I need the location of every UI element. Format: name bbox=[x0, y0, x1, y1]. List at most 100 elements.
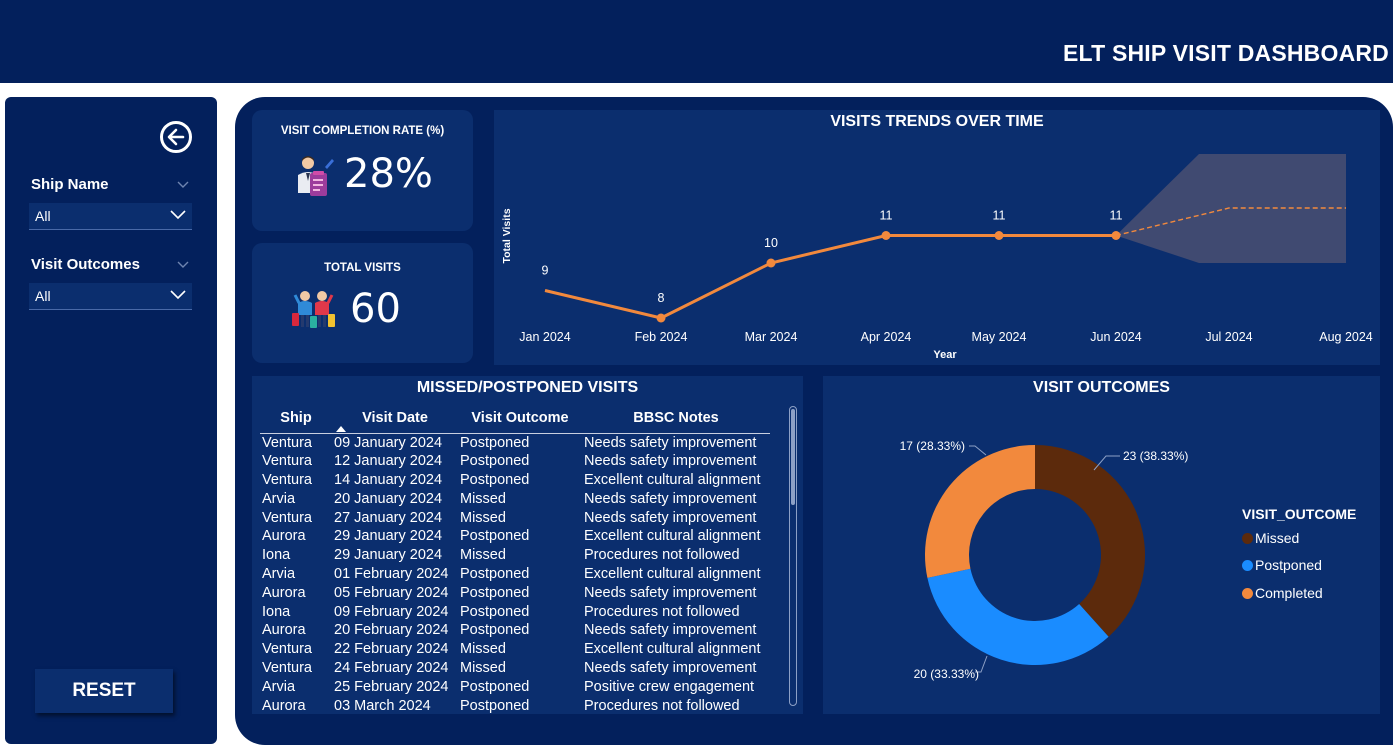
legend-dot-missed bbox=[1242, 532, 1253, 544]
cell-bbsc-notes: Excellent cultural alignment bbox=[584, 565, 761, 582]
legend-item-missed[interactable]: Missed bbox=[1242, 530, 1299, 546]
cell-bbsc-notes: Needs safety improvement bbox=[584, 659, 757, 676]
legend-item-postponed[interactable]: Postponed bbox=[1242, 557, 1322, 573]
cell-visit-outcome: Postponed bbox=[460, 565, 530, 582]
cell-visit-date: 24 February 2024 bbox=[334, 659, 449, 676]
cell-ship: Ventura bbox=[262, 434, 312, 451]
data-label: 11 bbox=[880, 209, 893, 223]
x-axis-title: Year bbox=[933, 349, 957, 361]
cell-bbsc-notes: Procedures not followed bbox=[584, 603, 740, 620]
x-tick-label: Mar 2024 bbox=[745, 330, 798, 344]
slice-label-leader bbox=[969, 445, 987, 456]
chevron-down-icon bbox=[170, 290, 186, 300]
cell-visit-date: 29 January 2024 bbox=[334, 528, 443, 545]
cell-bbsc-notes: Excellent cultural alignment bbox=[584, 641, 761, 658]
cell-visit-date: 22 February 2024 bbox=[334, 641, 449, 658]
cell-bbsc-notes: Excellent cultural alignment bbox=[584, 528, 761, 545]
cell-visit-outcome: Missed bbox=[460, 659, 506, 676]
table-row[interactable]: Arvia 20 January 2024 Missed Needs safety i… bbox=[260, 489, 770, 508]
visit-outcomes-dropdown[interactable]: All bbox=[29, 283, 192, 310]
table-row[interactable]: Ventura 27 January 2024 Missed Needs safety… bbox=[260, 508, 770, 527]
cell-visit-outcome: Postponed bbox=[460, 584, 530, 601]
x-tick-label: May 2024 bbox=[972, 330, 1027, 344]
data-point[interactable] bbox=[994, 231, 1004, 240]
cell-ship: Aurora bbox=[262, 528, 306, 545]
visits-trend-chart: VISITS TRENDS OVER TIME 9 8 10 11 11 11 Jan 20… bbox=[494, 110, 1380, 365]
cell-visit-outcome: Postponed bbox=[460, 603, 530, 620]
column-header-visit-date-label: Visit Date bbox=[362, 409, 428, 426]
back-arrow-icon[interactable] bbox=[160, 121, 192, 153]
cell-bbsc-notes: Needs safety improvement bbox=[584, 434, 757, 451]
data-point[interactable] bbox=[656, 313, 666, 323]
cell-visit-outcome: Postponed bbox=[460, 471, 530, 488]
table-header-row: Ship Visit Date Visit Outcome BBSC Notes bbox=[260, 403, 770, 434]
table-row[interactable]: Ventura 22 February 2024 Missed Excellent c… bbox=[260, 640, 770, 659]
table-row[interactable]: Aurora 03 March 2024 Postponed Procedures n… bbox=[260, 696, 770, 715]
slice-completed[interactable] bbox=[924, 445, 1035, 578]
ship-name-dropdown[interactable]: All bbox=[29, 203, 192, 230]
cell-ship: Aurora bbox=[262, 622, 306, 639]
table-row[interactable]: Ventura 12 January 2024 Postponed Needs saf… bbox=[260, 452, 770, 471]
slice-postponed[interactable] bbox=[927, 568, 1109, 666]
legend-label-completed: Completed bbox=[1255, 585, 1323, 601]
table-row[interactable]: Aurora 05 February 2024 Postponed Needs saf… bbox=[260, 583, 770, 602]
legend-item-completed[interactable]: Completed bbox=[1242, 585, 1323, 601]
column-header-bbsc-notes[interactable]: BBSC Notes bbox=[582, 403, 770, 434]
chevron-down-icon[interactable] bbox=[177, 179, 189, 191]
cell-visit-date: 20 February 2024 bbox=[334, 622, 449, 639]
sort-ascending-icon bbox=[336, 425, 346, 432]
column-header-visit-date[interactable]: Visit Date bbox=[332, 403, 458, 434]
slice-label: 23 (38.33%) bbox=[1123, 449, 1188, 463]
data-point[interactable] bbox=[766, 258, 776, 268]
page-title: ELT SHIP VISIT DASHBOARD bbox=[1063, 40, 1389, 66]
cell-ship: Iona bbox=[262, 603, 291, 620]
cell-visit-outcome: Postponed bbox=[460, 434, 530, 451]
cell-ship: Ventura bbox=[262, 453, 312, 470]
missed-postponed-table-panel: MISSED/POSTPONED VISITS Ship Visit Date … bbox=[252, 376, 803, 714]
chevron-down-icon[interactable] bbox=[177, 259, 189, 271]
total-visits-card: TOTAL VISITS 60 bbox=[252, 243, 473, 363]
cell-bbsc-notes: Procedures not followed bbox=[584, 547, 740, 564]
legend-title: VISIT_OUTCOME bbox=[1242, 506, 1357, 522]
trend-line bbox=[544, 234, 1116, 320]
table-row[interactable]: Aurora 29 January 2024 Postponed Excellent … bbox=[260, 527, 770, 546]
table-scrollbar[interactable] bbox=[789, 406, 797, 706]
cell-ship: Ventura bbox=[262, 641, 312, 658]
slice-missed[interactable] bbox=[1035, 445, 1146, 637]
table-row[interactable]: Iona 09 February 2024 Postponed Procedures … bbox=[260, 602, 770, 621]
cell-visit-outcome: Postponed bbox=[460, 453, 530, 470]
data-point[interactable] bbox=[881, 231, 891, 240]
slice-label: 20 (33.33%) bbox=[914, 667, 979, 681]
ship-name-value: All bbox=[35, 208, 51, 224]
table-row[interactable]: Ventura 14 January 2024 Postponed Excellent… bbox=[260, 471, 770, 490]
cell-visit-outcome: Missed bbox=[460, 509, 506, 526]
table-row[interactable]: Ventura 09 January 2024 Postponed Needs saf… bbox=[260, 433, 770, 452]
column-header-visit-outcome[interactable]: Visit Outcome bbox=[458, 403, 582, 434]
table-row[interactable]: Arvia 01 February 2024 Postponed Excellent … bbox=[260, 565, 770, 584]
cell-bbsc-notes: Positive crew engagement bbox=[584, 678, 755, 695]
cell-bbsc-notes: Needs safety improvement bbox=[584, 509, 757, 526]
cell-visit-outcome: Postponed bbox=[460, 697, 530, 714]
x-tick-label: Apr 2024 bbox=[861, 330, 912, 344]
cell-visit-date: 29 January 2024 bbox=[334, 547, 443, 564]
table-scrollbar-thumb[interactable] bbox=[791, 409, 795, 505]
column-header-ship[interactable]: Ship bbox=[260, 403, 332, 434]
data-point[interactable] bbox=[1111, 231, 1121, 240]
legend-dot-postponed bbox=[1242, 559, 1253, 571]
chevron-down-icon bbox=[170, 210, 186, 220]
forecast-band bbox=[1116, 154, 1346, 263]
cell-ship: Arvia bbox=[262, 565, 296, 582]
table-row[interactable]: Iona 29 January 2024 Missed Procedures not … bbox=[260, 546, 770, 565]
cell-ship: Ventura bbox=[262, 509, 312, 526]
cell-bbsc-notes: Needs safety improvement bbox=[584, 490, 757, 507]
table-row[interactable]: Aurora 20 February 2024 Postponed Needs saf… bbox=[260, 621, 770, 640]
reset-button[interactable]: RESET bbox=[35, 669, 173, 713]
slice-label: 17 (28.33%) bbox=[900, 439, 965, 453]
cell-visit-date: 12 January 2024 bbox=[334, 453, 443, 470]
table-row[interactable]: Ventura 24 February 2024 Missed Needs safet… bbox=[260, 659, 770, 678]
completion-rate-title: VISIT COMPLETION RATE (%) bbox=[280, 125, 445, 137]
data-label: 11 bbox=[993, 209, 1006, 223]
table-row[interactable]: Arvia 25 February 2024 Postponed Positive c… bbox=[260, 677, 770, 696]
outcomes-donut-chart: 23 (38.33%) 20 (33.33%) 17 (28.33%) bbox=[900, 439, 1189, 681]
cell-bbsc-notes: Excellent cultural alignment bbox=[584, 471, 761, 488]
